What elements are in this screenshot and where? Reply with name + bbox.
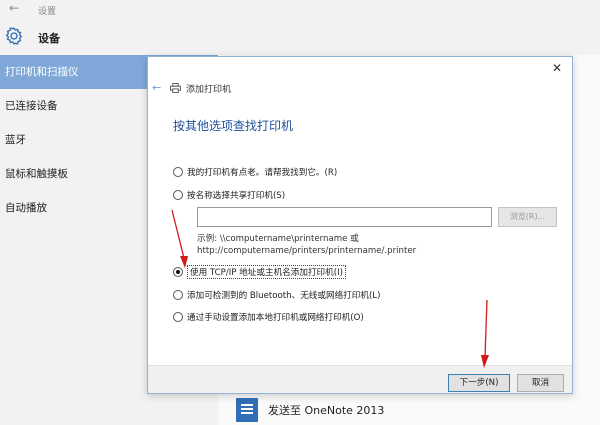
option-label: 我的打印机有点老。请帮我找到它。(R)	[187, 168, 338, 178]
gear-icon	[5, 27, 23, 45]
back-arrow-icon[interactable]: ←	[152, 81, 161, 94]
radio-button[interactable]	[173, 312, 183, 322]
dialog-heading: 按其他选项查找打印机	[173, 119, 294, 133]
radio-button[interactable]	[173, 290, 183, 300]
browse-button[interactable]: 浏览(R)...	[498, 207, 557, 227]
radio-button[interactable]	[173, 190, 183, 200]
printer-list-item-onenote[interactable]: 发送至 OneNote 2013	[234, 397, 434, 423]
option-label: 使用 TCP/IP 地址或主机名添加打印机(I)	[187, 265, 346, 279]
option-label: 通过手动设置添加本地打印机或网络打印机(O)	[187, 313, 364, 323]
settings-title-bar: ← 设置	[0, 0, 600, 20]
dialog-title: 添加打印机	[186, 85, 232, 95]
onenote-printer-icon	[236, 398, 258, 422]
option-label: 按名称选择共享打印机(S)	[187, 191, 286, 201]
radio-button[interactable]	[173, 167, 183, 177]
option-old-printer[interactable]: 我的打印机有点老。请帮我找到它。(R)	[173, 165, 337, 179]
option-shared-printer-by-name[interactable]: 按名称选择共享打印机(S)	[173, 188, 285, 202]
printer-icon	[170, 83, 181, 93]
example-line-1: 示例: \\computername\printername 或	[197, 234, 359, 244]
close-icon[interactable]: ✕	[552, 61, 562, 75]
printer-name: 发送至 OneNote 2013	[268, 404, 385, 417]
example-line-2: http://computername/printers/printername…	[197, 246, 417, 256]
shared-printer-name-input[interactable]	[197, 207, 492, 227]
next-button[interactable]: 下一步(N)	[448, 374, 510, 392]
option-manual-local[interactable]: 通过手动设置添加本地打印机或网络打印机(O)	[173, 310, 364, 324]
back-arrow-icon[interactable]: ←	[9, 1, 19, 15]
radio-button-checked[interactable]	[173, 267, 183, 277]
window-title: 设置	[38, 7, 57, 17]
option-label: 添加可检测到的 Bluetooth、无线或网络打印机(L)	[187, 291, 381, 301]
settings-section-title: 设备	[38, 32, 60, 45]
add-printer-dialog: ✕ ← 添加打印机 按其他选项查找打印机 我的打印机有点老。请帮我找到它。(R)…	[147, 56, 573, 394]
cancel-button[interactable]: 取消	[517, 374, 564, 392]
option-tcp-ip[interactable]: 使用 TCP/IP 地址或主机名添加打印机(I)	[173, 265, 346, 279]
settings-header: 设备	[0, 22, 220, 52]
option-bluetooth-wireless[interactable]: 添加可检测到的 Bluetooth、无线或网络打印机(L)	[173, 288, 380, 302]
dialog-footer: 下一步(N) 取消	[148, 365, 572, 393]
example-text: 示例: \\computername\printername 或 http://…	[197, 233, 416, 257]
